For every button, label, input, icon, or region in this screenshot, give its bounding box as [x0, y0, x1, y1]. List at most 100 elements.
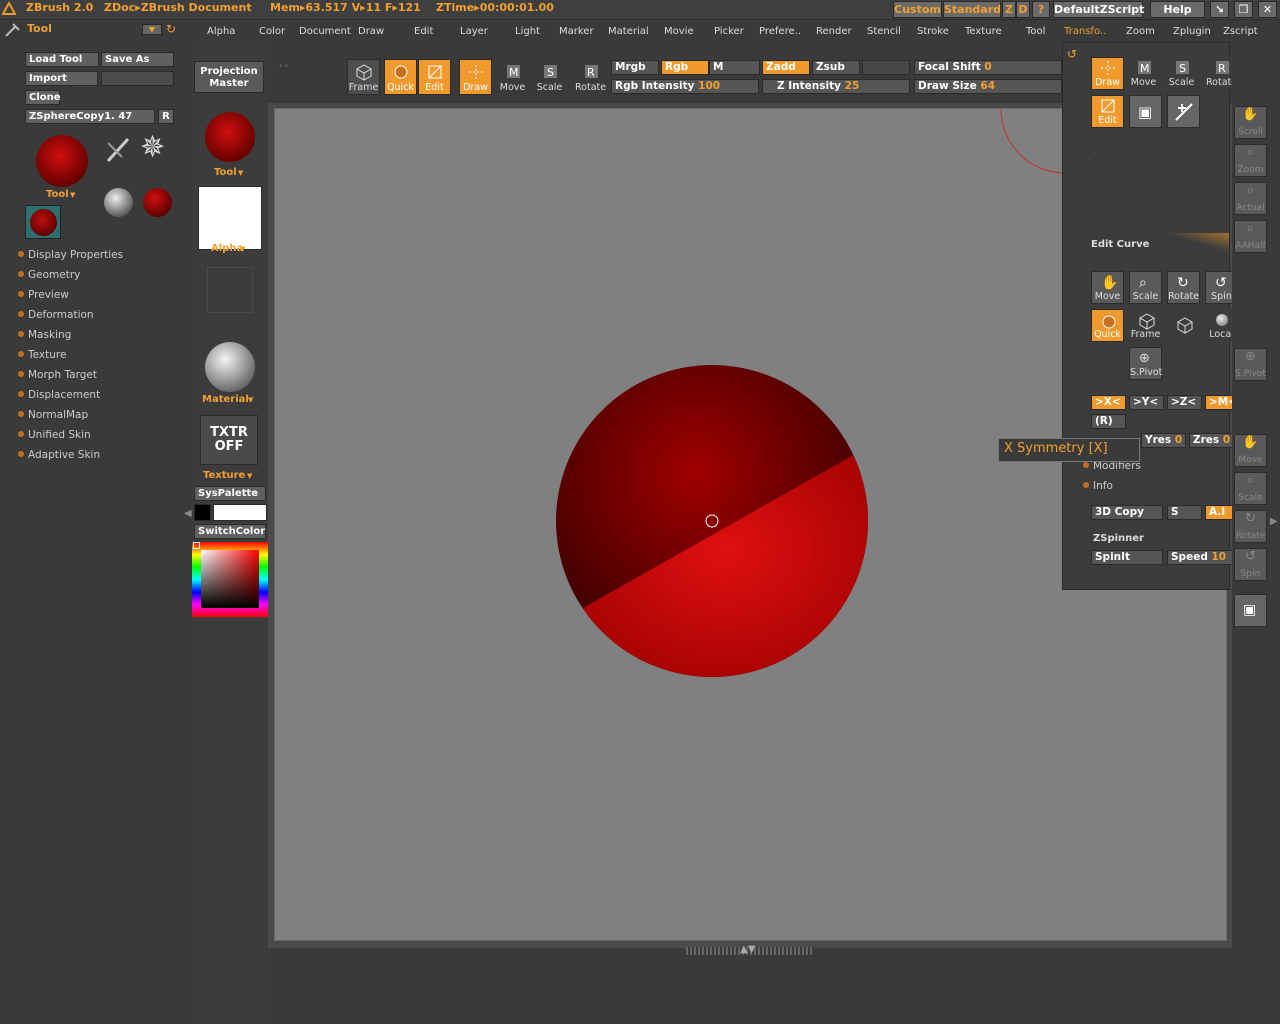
material-selector-sphere[interactable]: [205, 342, 255, 392]
save-as-button[interactable]: Save As: [101, 52, 174, 67]
transform-edit-button[interactable]: Edit: [1091, 95, 1124, 128]
d-button[interactable]: D: [1016, 1, 1030, 18]
zsub-button[interactable]: Zsub: [812, 60, 860, 75]
brush-tool-icon[interactable]: [104, 133, 136, 168]
transform-move-button[interactable]: M Move: [1127, 57, 1160, 90]
zsphere-tool-thumbnail[interactable]: [143, 188, 172, 217]
color-picker-square[interactable]: [201, 550, 259, 608]
yres-slider[interactable]: Yres 0: [1141, 433, 1186, 448]
current-tool-field[interactable]: ZSphereCopy1. 47: [25, 109, 155, 124]
shelf-aahalf-button[interactable]: ⌕ AAHalf: [1234, 220, 1267, 253]
marker-button[interactable]: [1167, 95, 1200, 128]
subtool-thumbnail[interactable]: [25, 205, 61, 239]
tool-selector-label[interactable]: Tool: [214, 167, 237, 178]
symmetry-z-button[interactable]: >Z<: [1167, 395, 1202, 410]
projection-master-button[interactable]: Projection Master: [194, 61, 264, 93]
section-info[interactable]: Info: [1083, 480, 1113, 492]
menu-material[interactable]: Material: [608, 26, 649, 37]
draw-button[interactable]: Draw: [459, 59, 492, 95]
txtr-off-swatch[interactable]: TXTR OFF: [200, 415, 258, 465]
alpha-selector-swatch[interactable]: [198, 186, 262, 250]
mrgb-button[interactable]: Mrgb: [611, 60, 659, 75]
menu-marker[interactable]: Marker: [559, 26, 594, 37]
draw-size-slider[interactable]: Draw Size 64: [914, 79, 1062, 94]
right-collapse-icon[interactable]: ▶: [1270, 516, 1278, 527]
shelf-scale-button[interactable]: ⌕ Scale: [1234, 472, 1267, 505]
alpha-selector-label[interactable]: Alpha: [211, 243, 243, 254]
menu-color[interactable]: Color: [259, 26, 285, 37]
menu-movie[interactable]: Movie: [664, 26, 694, 37]
nav-scale-button[interactable]: ⌕ Scale: [1129, 271, 1162, 304]
shelf-actual-button[interactable]: ⌕ Actual: [1234, 182, 1267, 215]
shelf-move-button[interactable]: ✋ Move: [1234, 434, 1267, 467]
help-button[interactable]: Help: [1150, 1, 1205, 18]
zcut-button[interactable]: [862, 60, 910, 75]
switchcolor-button[interactable]: SwitchColor: [194, 524, 266, 539]
sphere3d-tool-thumbnail[interactable]: [104, 188, 133, 217]
default-zscript-button[interactable]: DefaultZScript: [1053, 1, 1144, 18]
shelf-scroll-button[interactable]: ✋ Scroll: [1234, 106, 1267, 139]
current-tool-thumbnail[interactable]: [36, 135, 88, 187]
shelf-zoom-button[interactable]: ⌕ Zoom: [1234, 144, 1267, 177]
s-button[interactable]: S: [1167, 505, 1202, 520]
scale-button[interactable]: S Scale: [533, 59, 566, 95]
menu-tool[interactable]: Tool: [1026, 26, 1045, 37]
menu-transform[interactable]: Transfo..: [1064, 26, 1106, 37]
frame-button[interactable]: Frame: [347, 59, 380, 95]
syspalette-button[interactable]: SysPalette: [194, 486, 266, 501]
main-color-swatch[interactable]: [213, 504, 267, 521]
menu-picker[interactable]: Picker: [714, 26, 744, 37]
shelf-spivot-button[interactable]: ⊕ S.Pivot: [1234, 348, 1267, 381]
refresh-icon[interactable]: ↻: [166, 22, 176, 36]
material-selector-label[interactable]: Material: [202, 394, 249, 405]
menu-zscript[interactable]: Zscript: [1223, 26, 1258, 37]
nav-rotate-button[interactable]: ↻ Rotate: [1167, 271, 1200, 304]
menu-texture[interactable]: Texture: [965, 26, 1002, 37]
view-frame-button[interactable]: Frame: [1129, 309, 1162, 342]
menu-edit[interactable]: Edit: [414, 26, 433, 37]
clone-button[interactable]: Clone: [25, 90, 61, 105]
tool-selector-sphere[interactable]: [205, 112, 255, 162]
secondary-color-swatch[interactable]: [194, 504, 211, 521]
section-displacement[interactable]: Displacement: [18, 389, 100, 401]
focal-shift-slider[interactable]: Focal Shift 0: [914, 60, 1062, 75]
star-tool-icon[interactable]: ✵: [140, 130, 165, 165]
symmetry-x-button[interactable]: >X<: [1091, 395, 1126, 410]
section-adaptive-skin[interactable]: Adaptive Skin: [18, 449, 100, 461]
palette-dropdown-icon[interactable]: ▼: [142, 24, 162, 35]
transform-draw-button[interactable]: Draw: [1091, 57, 1124, 90]
section-unified-skin[interactable]: Unified Skin: [18, 429, 91, 441]
zres-slider[interactable]: Zres 0: [1189, 433, 1234, 448]
shelf-spin-button[interactable]: ↺ Spin: [1234, 548, 1267, 581]
menu-document[interactable]: Document: [299, 26, 351, 37]
zadd-button[interactable]: Zadd: [762, 60, 810, 75]
tool-dropdown-label[interactable]: Tool: [46, 189, 69, 200]
close-button[interactable]: ✕: [1258, 1, 1277, 18]
color-picker[interactable]: [192, 542, 268, 617]
menu-zplugin[interactable]: Zplugin: [1173, 26, 1211, 37]
rgb-button[interactable]: Rgb: [661, 60, 709, 75]
section-preview[interactable]: Preview: [18, 289, 69, 301]
shelf-snapshot-button[interactable]: ▣: [1234, 594, 1267, 627]
menu-stroke[interactable]: Stroke: [917, 26, 949, 37]
z-button[interactable]: Z: [1002, 1, 1016, 18]
texture-selector-label[interactable]: Texture: [203, 470, 245, 481]
section-morph-target[interactable]: Morph Target: [18, 369, 97, 381]
section-deformation[interactable]: Deformation: [18, 309, 94, 321]
r-button[interactable]: R: [158, 109, 174, 124]
section-display-properties[interactable]: Display Properties: [18, 249, 123, 261]
menu-draw[interactable]: Draw: [358, 26, 384, 37]
section-normalmap[interactable]: NormalMap: [18, 409, 88, 421]
restore-button[interactable]: ❐: [1234, 1, 1253, 18]
copy3d-button[interactable]: 3D Copy: [1091, 505, 1163, 520]
menu-layer[interactable]: Layer: [460, 26, 488, 37]
custom-button[interactable]: Custom: [893, 1, 942, 18]
section-geometry[interactable]: Geometry: [18, 269, 80, 281]
transform-scale-button[interactable]: S Scale: [1165, 57, 1198, 90]
shelf-rotate-button[interactable]: ↻ Rotate: [1234, 510, 1267, 543]
import-button[interactable]: Import: [25, 71, 98, 86]
export-button[interactable]: [101, 71, 174, 86]
rgb-intensity-slider[interactable]: Rgb Intensity 100: [611, 79, 759, 94]
speed-slider[interactable]: Speed 10: [1167, 550, 1239, 565]
edit-curve-graph[interactable]: [1163, 233, 1229, 253]
